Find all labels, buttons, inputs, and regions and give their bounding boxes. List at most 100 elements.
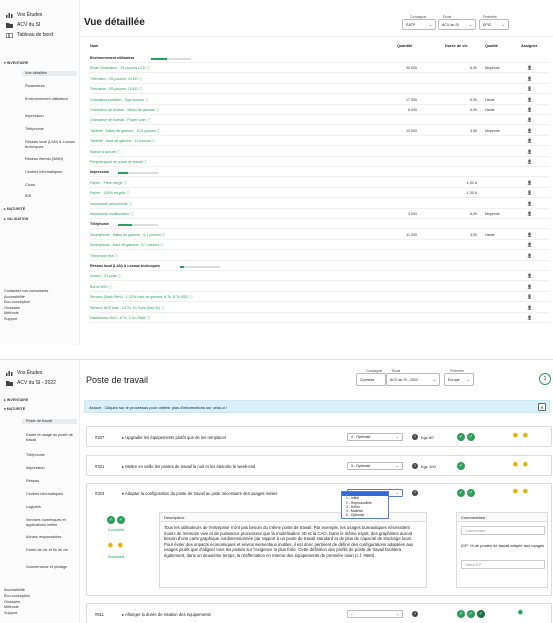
assign-user-icon[interactable]: 👤 [527, 159, 532, 164]
section-maturity[interactable]: ▸ MATURITÉ [4, 207, 25, 211]
help-icon[interactable]: ? [412, 434, 418, 440]
col-header-name[interactable]: Nom [90, 44, 98, 48]
sidebar-item-workstation[interactable]: Poste de travail [22, 419, 77, 424]
assign-user-icon[interactable]: 👤 [527, 117, 532, 122]
sidebar-item-datacenters[interactable]: Centres informatiques [25, 170, 77, 175]
study-filter[interactable]: ACV du SI - 2022 ⌄ [386, 373, 440, 386]
assign-user-icon[interactable]: 👤 [527, 315, 532, 320]
close-icon[interactable]: ✕ [538, 403, 546, 411]
assign-user-icon[interactable]: 👤 [527, 86, 532, 91]
sidebar-item-datacenters[interactable]: Centres informatiques [26, 492, 78, 497]
table-row[interactable]: Station d'accueil ⓘ 👤 [90, 147, 550, 157]
study-filter[interactable]: ACV du SI ⌄ [438, 19, 476, 30]
sidebar-item-governance[interactable]: Gouvernance et pilotage [26, 565, 78, 570]
process-title[interactable]: ▾ Adapter la configuration du poste de t… [122, 491, 277, 496]
table-row[interactable]: Distributeur NAS - 8 To, 4 Go RAM ⓘ 👤 [90, 313, 550, 323]
contact-link[interactable]: Contactez vos consultants [4, 289, 48, 295]
table-row[interactable]: Tablette - Milieu de gamme - 10,5 pouces… [90, 126, 550, 136]
assign-user-icon[interactable]: 👤 [527, 65, 532, 70]
sidebar-item-wan[interactable]: Réseau étendu (WAN) [25, 157, 77, 162]
maturity-select[interactable]: -- ⌄ [347, 610, 403, 618]
table-row[interactable]: Ordinateur de bureau - Power User ⓘ 👤 [90, 115, 550, 126]
sidebar-item-workstation-usage[interactable]: Durée et usage du poste de travail [26, 433, 78, 442]
comment-input[interactable]: Commentaire [461, 526, 545, 535]
table-row[interactable]: Ordinateur portable - Type bureau ⓘ 17 00… [90, 95, 550, 105]
brand-studies[interactable]: Vos Études [6, 370, 42, 376]
col-header-lifetime[interactable]: Durée de vie [445, 44, 468, 48]
assign-user-icon[interactable]: 👤 [527, 253, 532, 258]
dropdown-option[interactable]: 5 - Optimisé [342, 513, 388, 517]
table-row[interactable]: Switch - 24 ports ⓘ 👤 [90, 271, 550, 282]
sidebar-item-lan[interactable]: Réseau local (LAN) & Locaux techniques [25, 140, 77, 149]
table-row[interactable]: Borne WiFi ⓘ 👤 [90, 282, 550, 292]
assign-user-icon[interactable]: 👤 [527, 138, 532, 143]
assign-user-icon[interactable]: 👤 [527, 76, 532, 81]
assign-user-icon[interactable]: 👤 [527, 284, 532, 289]
table-group-row[interactable]: Impression [90, 167, 550, 178]
col-header-quality[interactable]: Qualité [485, 44, 498, 48]
sidebar-item-telephony[interactable]: Téléphonie [26, 453, 78, 458]
table-group-row[interactable]: Environnement utilisateur [90, 53, 550, 63]
assign-user-icon[interactable]: 👤 [527, 232, 532, 237]
table-row[interactable]: Ordinateur de bureau - Milieu de gamme ⓘ… [90, 105, 550, 115]
process-title[interactable]: ▸ Mettre en veille les postes de travail… [122, 464, 255, 469]
assign-user-icon[interactable]: 👤 [527, 128, 532, 133]
table-row[interactable]: Serveur (Rack Serv) - 1 CPU haut de gamm… [90, 292, 550, 303]
assign-user-icon[interactable]: 👤 [527, 273, 532, 278]
help-icon[interactable]: ? [412, 463, 418, 469]
scope-filter[interactable]: EPIC ⌄ [479, 19, 509, 30]
table-row[interactable]: Smartphone - Haut de gamme - 6,7 pouces … [90, 240, 550, 251]
table-row[interactable]: Smartphone - Milieu de gamme - 6,1 pouce… [90, 230, 550, 240]
ecodesign-link[interactable]: Éco-conception [4, 594, 30, 600]
sidebar-item-detailed-view[interactable]: Vue détaillée [22, 71, 77, 76]
assign-user-icon[interactable]: 👤 [527, 242, 532, 247]
brand-study[interactable]: ACV du SI [6, 22, 40, 28]
table-row[interactable]: Serveur NAS baie - 24 To, 10 Go/s (Max 2… [90, 303, 550, 313]
sidebar-item-user-env[interactable]: Environnement utilisateur [25, 97, 77, 102]
table-row[interactable]: Papier - Fibre vierge ⓘ 1,00 A 👤 [90, 178, 550, 188]
sidebar-item-purchasing[interactable]: Achats responsables [26, 535, 78, 540]
section-maturity[interactable]: ▾ MATURITÉ [4, 407, 25, 411]
assign-user-icon[interactable]: 👤 [527, 305, 532, 310]
process-title[interactable]: ▸ Allonger la durée de rotation des équi… [122, 612, 211, 617]
assign-user-icon[interactable]: 👤 [527, 97, 532, 102]
col-header-assign[interactable]: Assigner [521, 44, 537, 48]
support-link[interactable]: Support [4, 611, 30, 617]
section-validation[interactable]: ▸ VALIDATION [4, 217, 28, 221]
maturity-select[interactable]: 4 - Optimisé ⌄ [347, 433, 403, 441]
section-inventory[interactable]: ▾ INVENTAIRE [4, 61, 28, 65]
process-card-511[interactable]: #511 ▸ Allonger la durée de rotation des… [86, 603, 552, 623]
assign-user-icon[interactable]: 👤 [527, 190, 532, 195]
sidebar-item-parameters[interactable]: Paramètres [25, 84, 77, 89]
assign-user-icon[interactable]: 👤 [527, 211, 532, 216]
assign-user-icon[interactable]: 👤 [527, 180, 532, 185]
sidebar-item-printing[interactable]: Impression [26, 466, 78, 471]
table-group-row[interactable]: Téléphonie [90, 219, 550, 230]
brand-dashboard[interactable]: Tableau de bord [6, 32, 53, 38]
sidebar-item-printing[interactable]: Impression [25, 114, 77, 119]
sidebar-item-lifetime[interactable]: Durée de vie et fin de vie [26, 548, 78, 553]
table-row[interactable]: Imprimante personnelle ⓘ 👤 [90, 199, 550, 209]
kpi-input[interactable]: Valeur ICP [461, 560, 545, 569]
sidebar-item-ide[interactable]: IDE [25, 194, 77, 199]
assign-user-icon[interactable]: 👤 [527, 294, 532, 299]
section-inventory[interactable]: ▸ INVENTAIRE [4, 398, 28, 402]
assign-user-icon[interactable]: 👤 [527, 107, 532, 112]
company-filter[interactable]: Connexe [356, 373, 386, 386]
process-title[interactable]: ▸ Upgrader les équipements plutôt que de… [122, 435, 226, 440]
company-filter[interactable]: RATP ⌄ [402, 19, 436, 30]
process-card-321[interactable]: #321 ▸ Mettre en veille les postes de tr… [86, 455, 552, 476]
table-row[interactable]: Imprimante multifonction ⓘ 3 000 6,00 Moyen… [90, 209, 550, 219]
sidebar-item-software[interactable]: Logiciels [26, 505, 78, 510]
maturity-select[interactable]: 5 - Optimisé ⌄ [347, 462, 403, 470]
assign-user-icon[interactable]: 👤 [527, 149, 532, 154]
table-group-row[interactable]: Réseau local (LAN) & Locaux techniques [90, 261, 550, 271]
col-header-quantity[interactable]: Quantité [397, 44, 412, 48]
help-icon[interactable]: ? [412, 490, 418, 496]
brand-studies[interactable]: Vos Études [6, 12, 42, 18]
user-avatar[interactable]: 1 [539, 373, 551, 385]
table-row[interactable]: Tablette - Haut de gamme - 11 pouces ⓘ 👤 [90, 136, 550, 147]
sidebar-item-telephony[interactable]: Téléphonie [25, 127, 77, 132]
brand-study[interactable]: ACV du SI - 2022 [6, 380, 56, 386]
table-row[interactable]: Télévision - 65 pouces, OLED ⓘ 👤 [90, 84, 550, 95]
